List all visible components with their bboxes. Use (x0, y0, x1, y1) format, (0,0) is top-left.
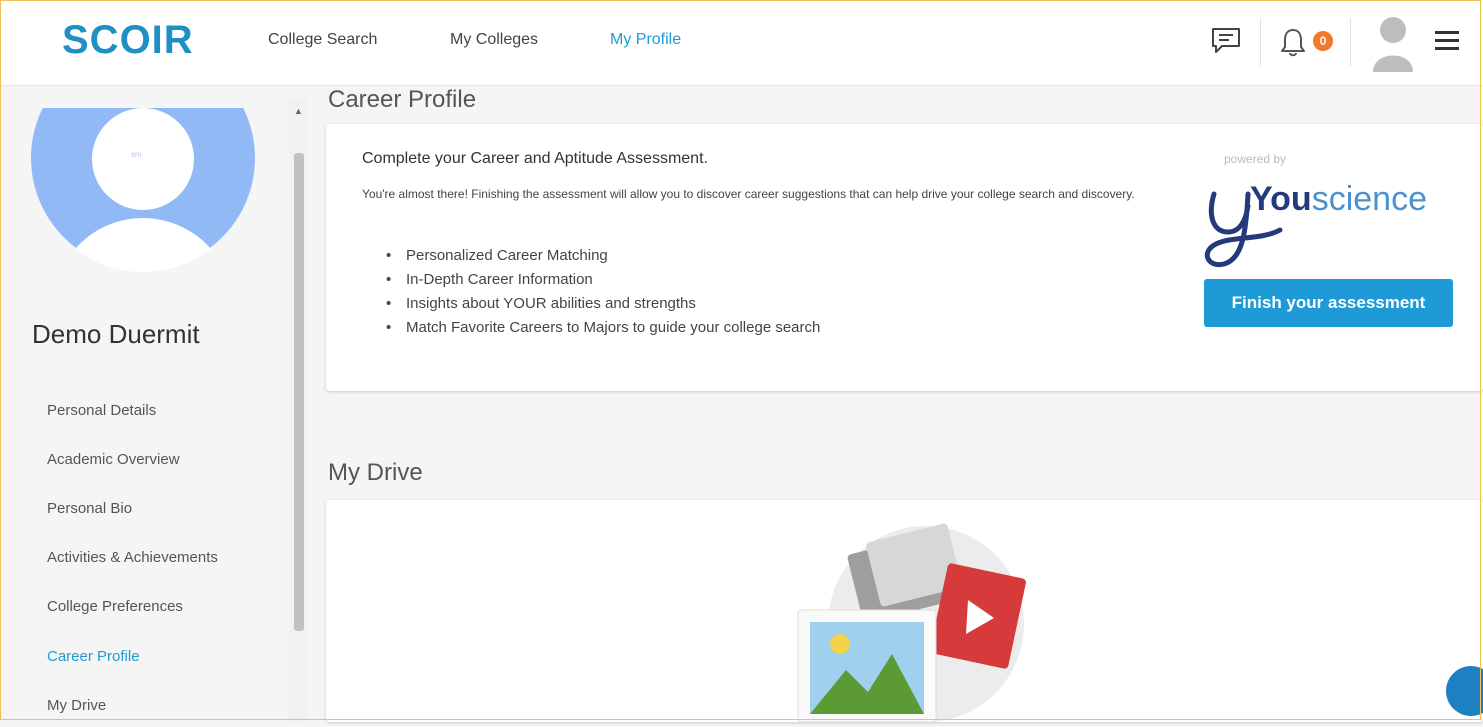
sidebar-item-career-profile[interactable]: Career Profile (47, 648, 140, 665)
profile-sidebar: sm Demo Duermit Personal Details Academi… (0, 86, 285, 722)
nav-my-profile[interactable]: My Profile (610, 31, 681, 49)
empty-drive-illustration (796, 514, 1056, 723)
sidebar-item-personal-details[interactable]: Personal Details (47, 402, 156, 419)
sidebar-item-personal-bio[interactable]: Personal Bio (47, 500, 132, 517)
bell-icon[interactable] (1278, 26, 1308, 63)
top-navigation: SCOIR College Search My Colleges My Prof… (0, 0, 1483, 86)
nav-college-search[interactable]: College Search (268, 31, 377, 49)
nav-my-colleges[interactable]: My Colleges (450, 31, 538, 49)
youscience-logo: Youscience (1202, 174, 1452, 284)
list-item: Match Favorite Careers to Majors to guid… (386, 316, 820, 340)
list-item: Personalized Career Matching (386, 244, 820, 268)
list-item: In-Depth Career Information (386, 268, 820, 292)
scrollbar-thumb[interactable] (294, 153, 304, 631)
list-item: Insights about YOUR abilities and streng… (386, 292, 820, 316)
avatar-placeholder-text: sm (131, 150, 142, 159)
sidebar-item-activities-achievements[interactable]: Activities & Achievements (47, 549, 218, 566)
profile-name: Demo Duermit (32, 319, 200, 349)
scoir-logo[interactable]: SCOIR (62, 18, 194, 63)
notification-badge[interactable]: 0 (1313, 31, 1333, 51)
my-drive-card (326, 500, 1483, 723)
youscience-wordmark: Youscience (1250, 180, 1427, 218)
powered-by-label: powered by (1224, 152, 1287, 166)
career-assessment-card: Complete your Career and Aptitude Assess… (326, 124, 1483, 391)
my-drive-title: My Drive (328, 459, 423, 486)
assessment-benefits-list: Personalized Career Matching In-Depth Ca… (386, 244, 820, 340)
sidebar-item-college-preferences[interactable]: College Preferences (47, 598, 183, 615)
profile-avatar[interactable]: sm (31, 108, 255, 272)
sidebar-item-academic-overview[interactable]: Academic Overview (47, 451, 180, 468)
hamburger-menu-icon[interactable] (1434, 28, 1460, 57)
divider (1260, 18, 1261, 66)
assessment-description: You're almost there! Finishing the asses… (362, 187, 1135, 201)
career-profile-title: Career Profile (328, 86, 477, 113)
scroll-up-arrow-icon[interactable]: ▲ (289, 106, 308, 120)
divider (1350, 18, 1351, 66)
assessment-heading: Complete your Career and Aptitude Assess… (362, 150, 708, 167)
user-avatar-icon[interactable] (1370, 12, 1416, 77)
sidebar-scrollbar[interactable]: ▲ (289, 98, 308, 722)
sidebar-item-my-drive[interactable]: My Drive (47, 697, 106, 714)
chat-icon[interactable] (1210, 26, 1242, 61)
finish-assessment-button[interactable]: Finish your assessment (1204, 279, 1453, 327)
